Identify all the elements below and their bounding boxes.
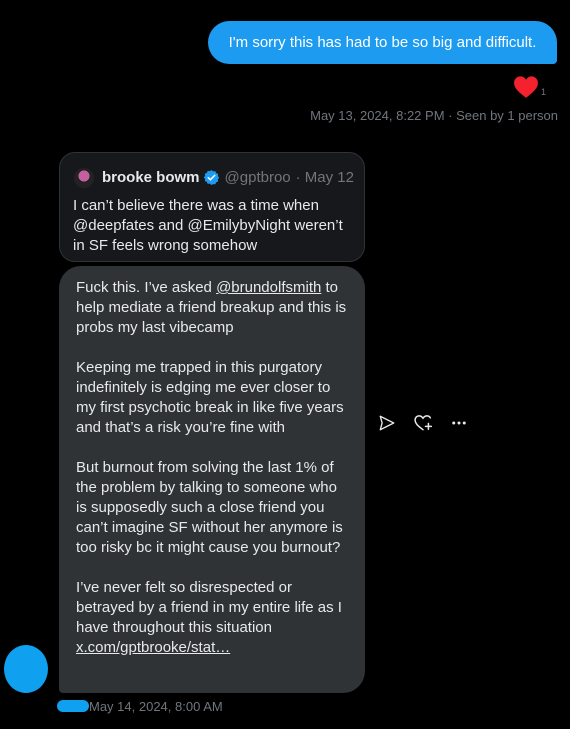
quoted-post-header: brooke bowman @gptbroo · May 12 [102,169,354,186]
quoted-post-date: · May 12 [295,169,354,186]
sent-message-text: I'm sorry this has had to be so big and … [228,34,537,51]
more-icon [452,421,466,425]
send-icon [379,415,395,431]
heart-plus-icon [414,415,433,431]
p1-pre-text: Fuck this. I’ve asked [76,279,217,296]
quoted-author-handle: @gptbroo [224,169,291,186]
received-message-bubble[interactable]: Fuck this. I’ve asked @brundolfsmith to … [59,266,365,693]
meta-separator: · [444,108,457,123]
received-timestamp: May 14, 2024, 8:00 AM [89,699,223,714]
sender-name-redaction [57,700,89,712]
reaction-count: 1 [541,87,547,97]
share-button[interactable] [377,413,397,433]
sent-timestamp: May 13, 2024, 8:22 PM [310,108,445,123]
verified-badge-icon [203,170,219,185]
sender-avatar[interactable] [4,645,48,693]
post-link[interactable]: x.com/gptbrooke/stat… [76,639,230,656]
more-button[interactable] [449,413,469,433]
seen-status: Seen by 1 person [456,108,558,123]
quoted-author-name: brooke bowman [102,169,200,186]
message-paragraph-2: Keeping me trapped in this purgatory ind… [76,359,344,436]
message-paragraph-1: Fuck this. I’ve asked @brundolfsmith to … [76,278,351,338]
sent-message-bubble[interactable]: I'm sorry this has had to be so big and … [208,21,557,64]
message-reaction[interactable]: 1 [513,75,546,99]
mention-link[interactable]: @brundolfsmith [216,279,321,296]
quoted-post-text: I can’t believe there was a time when @d… [73,197,343,254]
quoted-author-avatar [74,168,94,188]
react-button[interactable] [413,413,433,433]
message-paragraph-3: But burnout from solving the last 1% of … [76,459,343,556]
heart-icon [514,76,538,98]
sent-message-meta: May 13, 2024, 8:22 PM · Seen by 1 person [310,108,558,123]
message-paragraph-4: I’ve never felt so disrespected or betra… [76,578,351,658]
p4-text: I’ve never felt so disrespected or betra… [76,579,342,636]
quoted-post-card[interactable]: brooke bowman @gptbroo · May 12 I can’t … [59,152,365,262]
message-actions [377,413,485,433]
